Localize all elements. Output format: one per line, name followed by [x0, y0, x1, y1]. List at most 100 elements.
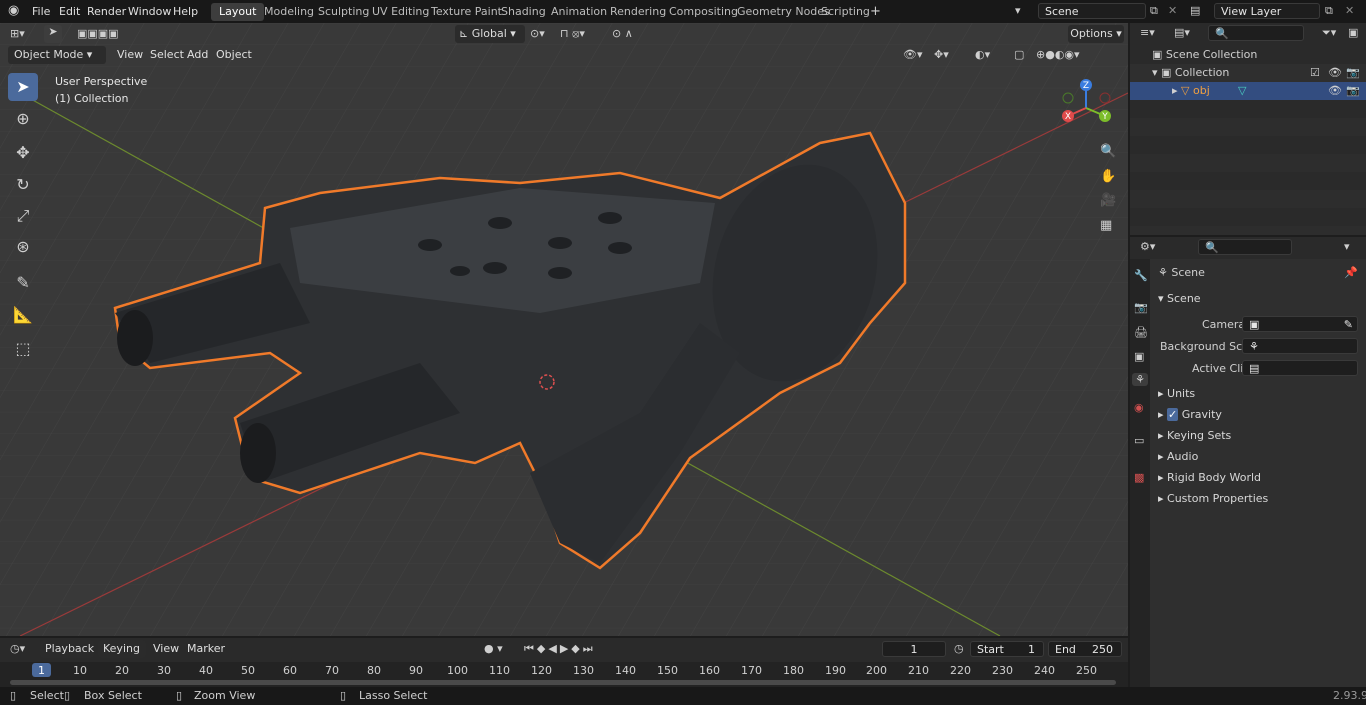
- menu-add[interactable]: Add: [182, 46, 213, 63]
- active-clip-field[interactable]: ▤: [1242, 360, 1358, 376]
- add-workspace-icon[interactable]: +: [870, 4, 881, 19]
- transform-tool[interactable]: ⊛: [8, 233, 38, 261]
- scene-tab-icon[interactable]: ⚘: [1132, 373, 1148, 386]
- mouse-left-icon: ▯: [10, 689, 17, 702]
- start-frame-field[interactable]: Start 1: [970, 641, 1044, 657]
- view-layer-tab-icon[interactable]: ▣: [1134, 350, 1144, 363]
- outliner-search-input[interactable]: 🔍: [1208, 25, 1304, 41]
- proportional-edit-icon[interactable]: ⊙ ∧: [612, 27, 633, 40]
- ruler-tick: 10: [73, 664, 87, 677]
- display-mode-icon[interactable]: ▤▾: [1174, 26, 1190, 39]
- eye-icon[interactable]: 👁: [1328, 82, 1342, 100]
- outliner-collection[interactable]: ▾ ▣ Collection ☑ 👁 📷: [1130, 64, 1366, 82]
- scene-section-header[interactable]: ▾ Scene: [1158, 290, 1201, 308]
- editor-type-icon[interactable]: ⊞▾: [10, 27, 25, 40]
- output-tab-icon[interactable]: 🖨: [1134, 326, 1148, 339]
- timeline-editor-icon[interactable]: ◷▾: [10, 642, 25, 655]
- panel-custom-properties[interactable]: ▸ Custom Properties: [1158, 490, 1358, 508]
- timeline-menu-view[interactable]: View: [148, 640, 184, 657]
- new-scene-icon[interactable]: ⧉: [1150, 4, 1158, 18]
- properties-search-input[interactable]: 🔍: [1198, 239, 1292, 255]
- mesh-data-icon[interactable]: ▽: [1238, 82, 1246, 100]
- new-view-layer-icon[interactable]: ⧉: [1325, 4, 1333, 18]
- transform-orientation-dropdown[interactable]: ⊾ Global ▾: [455, 25, 525, 43]
- select-box-tool[interactable]: ➤: [8, 73, 38, 101]
- close-icon[interactable]: ✕: [1345, 4, 1354, 17]
- mouse-middle-icon: ▯: [176, 689, 183, 702]
- ruler-tick: 70: [325, 664, 339, 677]
- scene-icon[interactable]: ▾: [1015, 4, 1021, 17]
- tool-tab-icon[interactable]: 🔧: [1134, 269, 1148, 282]
- menu-file[interactable]: File: [27, 3, 55, 20]
- ortho-grid-icon[interactable]: ▦: [1100, 218, 1112, 233]
- object-mode-dropdown[interactable]: Object Mode ▾: [8, 46, 106, 64]
- pivot-icon[interactable]: ⊙▾: [530, 27, 545, 40]
- outliner-scene-collection[interactable]: ▣ Scene Collection: [1130, 46, 1366, 64]
- clock-icon[interactable]: ◷: [954, 642, 964, 655]
- select-tool-icon[interactable]: ➤: [44, 25, 62, 43]
- outliner-editor-icon[interactable]: ≡▾: [1140, 26, 1155, 39]
- new-collection-icon[interactable]: ▣: [1348, 26, 1358, 39]
- xray-icon[interactable]: ▢: [1014, 48, 1024, 61]
- panel-keying-sets[interactable]: ▸ Keying Sets: [1158, 427, 1358, 445]
- navigation-gizmo[interactable]: Z Y X: [1058, 78, 1118, 138]
- shading-modes-icon[interactable]: ⊕●◐◉▾: [1036, 48, 1080, 61]
- camera-icon[interactable]: 📷: [1346, 64, 1360, 82]
- eye-icon[interactable]: 👁: [1328, 64, 1342, 82]
- blender-logo-icon[interactable]: ◉: [8, 3, 19, 18]
- collection-label: Collection: [1174, 66, 1230, 79]
- panel-units[interactable]: ▸ Units: [1158, 385, 1358, 403]
- camera-view-icon[interactable]: 🎥: [1100, 193, 1116, 208]
- gizmo-toggle-icon[interactable]: ✥▾: [934, 48, 949, 61]
- add-cube-tool[interactable]: ⬚: [8, 335, 38, 363]
- texture-tab-icon[interactable]: ▩: [1134, 471, 1144, 484]
- current-frame-field[interactable]: 1: [882, 641, 946, 657]
- render-tab-icon[interactable]: 📷: [1134, 301, 1148, 314]
- view-layer-field[interactable]: View Layer: [1214, 3, 1320, 19]
- measure-tool[interactable]: 📐: [8, 301, 38, 329]
- record-icon[interactable]: ● ▾: [484, 642, 503, 655]
- world-tab-icon[interactable]: ◉: [1134, 401, 1144, 414]
- playback-dropdown[interactable]: Playback ▾: [40, 640, 94, 673]
- timeline-scrollbar[interactable]: [10, 680, 1116, 685]
- 3d-viewport[interactable]: ⊞▾ ➤ ▣▣▣▣ Object Mode ▾ View Select Add …: [0, 23, 1128, 636]
- camera-field[interactable]: ▣ ✎: [1242, 316, 1358, 332]
- zoom-icon[interactable]: 🔍: [1100, 144, 1116, 159]
- visibility-icon[interactable]: 👁▾: [903, 48, 923, 61]
- properties-editor-icon[interactable]: ⚙▾: [1140, 240, 1155, 253]
- cursor-tool[interactable]: ⊕: [8, 105, 38, 133]
- checkbox-icon[interactable]: ☑: [1310, 64, 1320, 82]
- menu-object[interactable]: Object: [211, 46, 257, 63]
- overlay-toggle-icon[interactable]: ◐▾: [975, 48, 990, 61]
- playback-controls-icon[interactable]: ⏮◆◀▶◆⏭: [524, 642, 596, 656]
- panel-rigid-body-world[interactable]: ▸ Rigid Body World: [1158, 469, 1358, 487]
- annotate-tool[interactable]: ✎: [8, 269, 38, 297]
- pan-hand-icon[interactable]: ✋: [1100, 169, 1116, 184]
- menu-edit[interactable]: Edit: [54, 3, 85, 20]
- frame-ruler[interactable]: 1 10 20 30 40 50 60 70 80 90 100 110 120…: [0, 662, 1128, 687]
- scale-tool[interactable]: ⤢: [8, 202, 38, 230]
- options-dropdown[interactable]: Options ▾: [1068, 25, 1124, 43]
- end-frame-field[interactable]: End 250: [1048, 641, 1122, 657]
- panel-gravity[interactable]: ▸ ✓ Gravity: [1158, 406, 1358, 424]
- pin-icon[interactable]: 📌: [1344, 266, 1358, 279]
- view-layer-icon[interactable]: ▤: [1190, 4, 1200, 17]
- camera-icon[interactable]: 📷: [1346, 82, 1360, 100]
- scene-field[interactable]: Scene: [1038, 3, 1146, 19]
- snap-icon[interactable]: ⊓ ⦻▾: [560, 27, 585, 41]
- panel-audio[interactable]: ▸ Audio: [1158, 448, 1358, 466]
- keying-dropdown[interactable]: Keying ▾: [98, 640, 146, 673]
- timeline-menu-marker[interactable]: Marker: [182, 640, 230, 657]
- chevron-down-icon[interactable]: ▾: [1344, 240, 1350, 253]
- menu-view[interactable]: View: [112, 46, 148, 63]
- rotate-tool[interactable]: ↻: [8, 171, 38, 199]
- outliner-object-row[interactable]: ▸ ▽ obj ▽ 👁 📷: [1130, 82, 1366, 100]
- background-scene-field[interactable]: ⚘: [1242, 338, 1358, 354]
- close-icon[interactable]: ✕: [1168, 4, 1177, 17]
- tab-scripting[interactable]: Scripting: [813, 3, 878, 21]
- select-mode-icons[interactable]: ▣▣▣▣: [77, 27, 119, 40]
- collection-tab-icon[interactable]: ▭: [1134, 434, 1144, 447]
- move-tool[interactable]: ✥: [8, 139, 38, 167]
- filter-icon[interactable]: ⏷▾: [1322, 26, 1336, 40]
- menu-help[interactable]: Help: [168, 3, 203, 20]
